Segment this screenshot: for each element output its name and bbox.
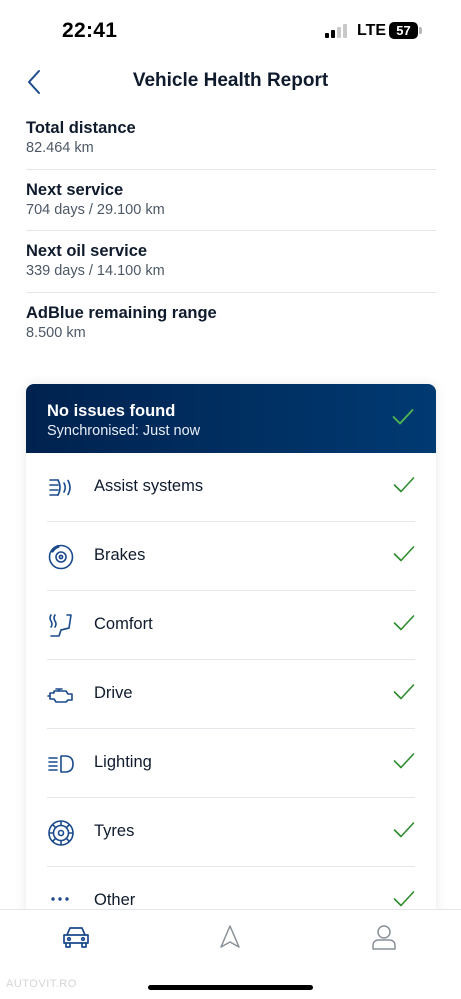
check-label: Drive	[94, 684, 133, 702]
check-label: Lighting	[94, 753, 152, 771]
info-label: AdBlue remaining range	[26, 303, 217, 322]
info-value: 82.464 km	[26, 140, 94, 156]
network-type: LTE	[357, 22, 387, 39]
check-label: Other	[94, 891, 136, 909]
health-card-title: No issues found	[47, 402, 176, 420]
health-status-card: No issues found Synchronised: Just now A…	[26, 384, 436, 924]
check-row-assist-systems[interactable]: Assist systems	[47, 453, 415, 522]
navigation-arrow-icon	[220, 925, 240, 948]
health-card-header: No issues found Synchronised: Just now	[26, 384, 436, 453]
status-bar: 22:41 LTE 57	[0, 0, 461, 60]
watermark: AUTOVIT.RO	[6, 978, 77, 990]
check-label: Comfort	[94, 615, 153, 633]
info-value: 8.500 km	[26, 324, 86, 341]
checkmark-icon	[393, 753, 415, 769]
checkmark-icon	[393, 822, 415, 838]
sync-status: Synchronised: Just now	[47, 423, 201, 439]
info-label: Next oil service	[26, 242, 148, 260]
check-row-drive[interactable]: Drive	[47, 660, 415, 729]
checkmark-icon	[393, 477, 415, 493]
info-item-next-oil-service: Next oil service 339 days / 14.100 km	[26, 231, 436, 293]
info-item-total-distance: Total distance 82.464 km	[26, 108, 436, 170]
check-row-lighting[interactable]: Lighting	[47, 729, 415, 798]
checkmark-icon	[392, 409, 414, 425]
status-time: 22:41	[62, 19, 118, 42]
engine-icon	[47, 688, 73, 703]
info-value: 704 days / 29.100 km	[26, 201, 165, 218]
profile-icon	[372, 925, 396, 950]
tab-vehicle[interactable]	[59, 922, 93, 952]
brake-disc-icon	[48, 544, 74, 570]
checkmark-icon	[393, 546, 415, 562]
vehicle-info-list: Total distance 82.464 km Next service 70…	[26, 108, 436, 354]
page-title: Vehicle Health Report	[132, 70, 329, 91]
check-row-brakes[interactable]: Brakes	[47, 522, 415, 591]
check-row-tyres[interactable]: Tyres	[47, 798, 415, 867]
battery-icon: 57	[389, 22, 418, 39]
tab-navigation[interactable]	[213, 922, 247, 952]
info-value: 339 days / 14.100 km	[26, 263, 165, 279]
check-label: Tyres	[94, 822, 135, 840]
check-label: Assist systems	[94, 477, 204, 495]
info-item-next-service: Next service 704 days / 29.100 km	[26, 170, 436, 231]
info-label: Next service	[26, 180, 124, 199]
signal-strength-icon	[325, 24, 349, 38]
home-indicator[interactable]	[148, 985, 313, 990]
car-icon	[63, 927, 89, 948]
check-label: Brakes	[94, 546, 146, 564]
info-item-adblue-range: AdBlue remaining range 8.500 km	[26, 293, 436, 355]
heated-seat-icon	[49, 614, 72, 637]
tyre-icon	[48, 820, 74, 846]
tab-profile[interactable]	[367, 922, 401, 952]
checkmark-icon	[393, 684, 415, 700]
nav-header: Vehicle Health Report	[0, 60, 461, 104]
checkmark-icon	[393, 891, 415, 907]
info-label: Total distance	[26, 119, 136, 137]
check-row-comfort[interactable]: Comfort	[47, 591, 415, 660]
assist-systems-icon	[49, 479, 71, 496]
checkmark-icon	[393, 615, 415, 631]
headlight-icon	[48, 755, 74, 773]
battery-cap	[419, 27, 422, 34]
